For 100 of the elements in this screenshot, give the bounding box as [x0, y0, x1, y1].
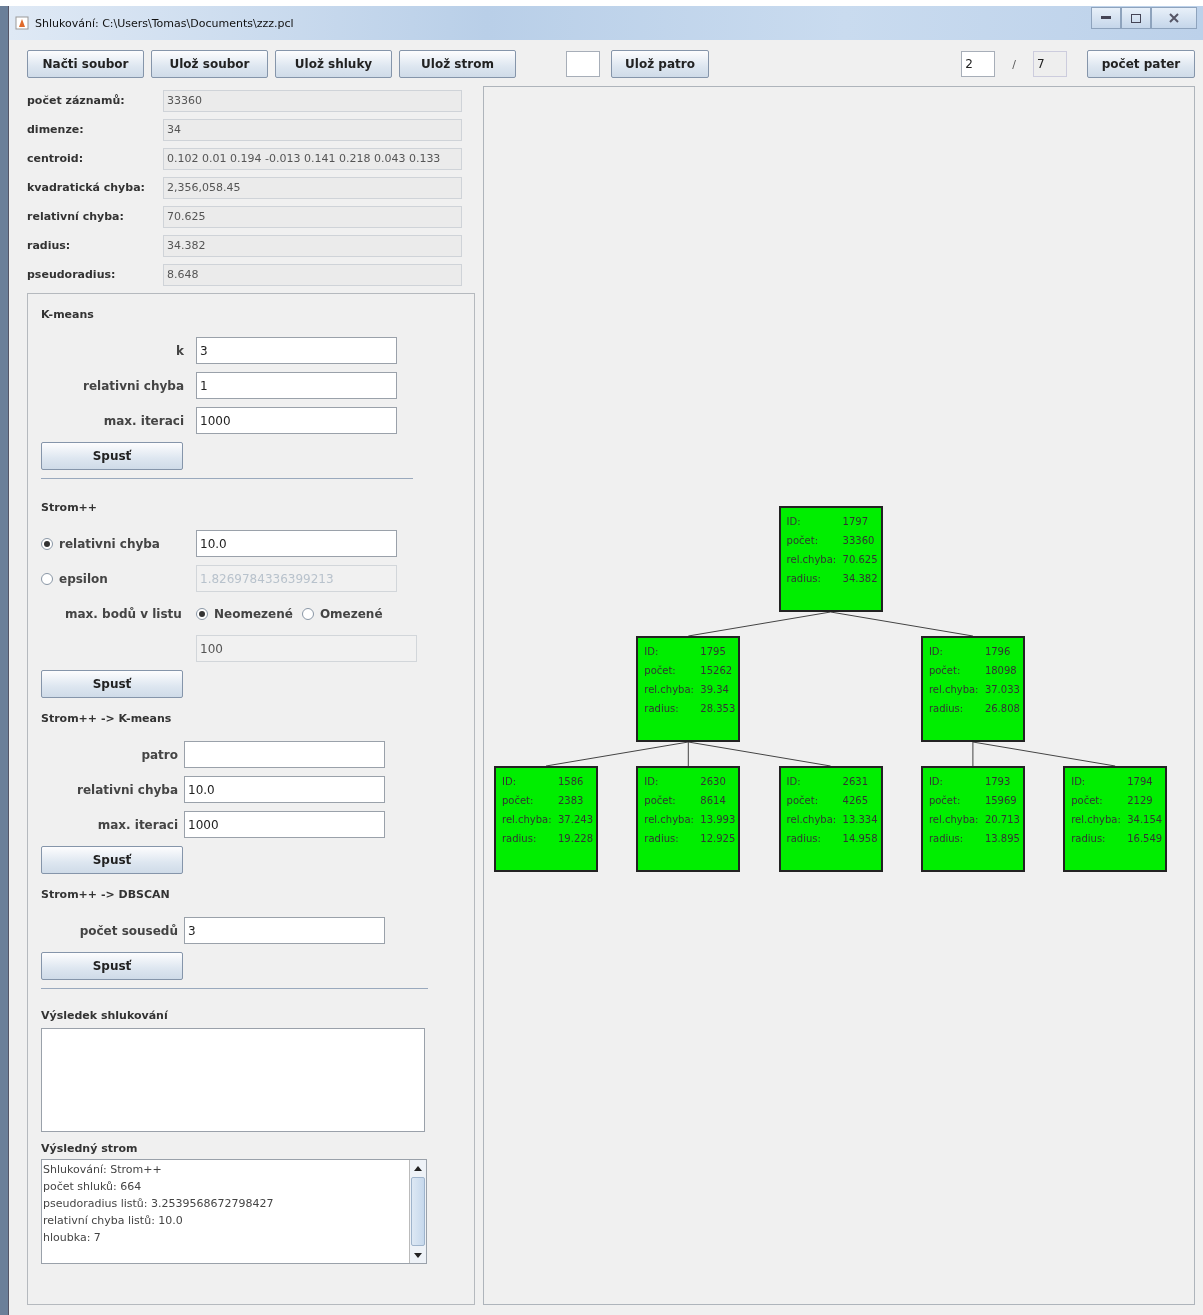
node-value: 33360	[842, 534, 875, 548]
tree-node[interactable]: ID: 1586 počet: 2383 rel.chyba: 37.243 radius: 19.228	[494, 766, 598, 872]
field-label: patro	[140, 747, 179, 762]
minimize-icon	[1101, 16, 1111, 20]
up-arrow-icon	[414, 1165, 422, 1171]
result-text-area[interactable]	[41, 1028, 425, 1132]
section-title: Výsledek shlukování	[41, 1009, 169, 1022]
node-value: 14.958	[842, 832, 878, 846]
node-label: rel.chyba:	[1071, 813, 1122, 827]
node-value: 8614	[700, 794, 726, 808]
section-title: Výsledný strom	[41, 1142, 139, 1155]
node-value: 28.353	[700, 702, 736, 716]
radio-option[interactable]: epsilon	[41, 571, 196, 586]
tree-node[interactable]: ID: 1795 počet: 15262 rel.chyba: 39.34 radius: 28.353	[636, 636, 741, 742]
node-value: 26.808	[984, 702, 1020, 716]
tree-node[interactable]: ID: 1796 počet: 18098 rel.chyba: 37.033 radius: 26.808	[920, 636, 1025, 742]
input-field[interactable]: 3	[196, 337, 397, 364]
input-field[interactable]: 3	[184, 917, 385, 944]
input-field[interactable]: 10.0	[184, 776, 385, 803]
stat-label: centroid:	[26, 152, 85, 165]
close-button[interactable]	[1151, 7, 1197, 29]
input-field[interactable]: 1	[196, 372, 397, 399]
separator-text: /	[1011, 57, 1017, 71]
node-label: ID:	[502, 775, 518, 789]
node-value: 2630	[700, 775, 726, 789]
section-title: K-means	[41, 308, 95, 321]
node-label: radius:	[928, 702, 965, 716]
run-button[interactable]: Spusť	[41, 846, 183, 874]
save-level-button[interactable]: Ulož patro	[611, 50, 709, 78]
node-value: 4265	[842, 794, 869, 808]
node-label: radius:	[502, 832, 538, 846]
field-label: počet sousedů	[78, 923, 179, 938]
input-field[interactable]	[184, 741, 385, 768]
node-value: 1586	[558, 775, 584, 789]
node-value: 37.033	[984, 683, 1020, 697]
stat-value-field: 70.625	[163, 205, 462, 228]
run-button[interactable]: Spusť	[41, 952, 183, 980]
node-value: 16.549	[1127, 832, 1163, 846]
down-arrow-icon	[414, 1252, 422, 1258]
node-value: 1796	[984, 645, 1011, 659]
node-value: 15262	[700, 664, 733, 678]
node-label: rel.chyba:	[928, 683, 980, 697]
tree-node[interactable]: ID: 2631 počet: 4265 rel.chyba: 13.334 radius: 14.958	[778, 766, 883, 872]
stat-label: pseudoradius:	[26, 268, 117, 281]
node-label: rel.chyba:	[502, 813, 553, 827]
node-label: rel.chyba:	[786, 813, 838, 827]
scrollbar[interactable]	[409, 1160, 426, 1263]
minimize-button[interactable]	[1091, 7, 1121, 29]
input-field[interactable]: 1000	[196, 407, 397, 434]
level-count-field: 7	[1033, 51, 1067, 77]
output-line: počet shluků: 664	[43, 1179, 143, 1195]
node-value: 34.154	[1127, 813, 1163, 827]
radio-option[interactable]: Omezené	[301, 606, 383, 621]
node-label: radius:	[644, 832, 680, 846]
stat-value-field: 34.382	[163, 234, 462, 257]
stat-value-field: 2,356,058.45	[163, 176, 462, 199]
level-count-button[interactable]: počet pater	[1087, 50, 1195, 78]
field-label: k	[175, 343, 185, 358]
stat-value-field: 0.102 0.01 0.194 -0.013 0.141 0.218 0.043 0.133	[163, 147, 462, 170]
node-value: 20.713	[984, 813, 1020, 827]
toolbar-button[interactable]: Načti soubor	[27, 50, 144, 78]
node-label: ID:	[644, 645, 660, 659]
section-title: Strom++ -> K-means	[41, 712, 173, 725]
node-value: 12.925	[700, 832, 736, 846]
tree-output-text-area[interactable]: Shlukování: Strom++ počet shluků: 664 pseudoradius listů: 3.2539568672798427 relativní chyba listů: 10.0 hloubka: 7	[41, 1159, 427, 1264]
field-label: relativni chyba	[82, 378, 185, 393]
output-line: pseudoradius listů: 3.2539568672798427	[43, 1196, 275, 1212]
node-value: 39.34	[700, 683, 729, 697]
stat-label: radius:	[26, 239, 72, 252]
maximize-button[interactable]	[1121, 7, 1151, 29]
level-field[interactable]	[566, 51, 600, 77]
maximize-icon	[1131, 13, 1141, 23]
node-value: 70.625	[842, 553, 878, 567]
radio-option[interactable]: Neomezené	[196, 606, 293, 621]
run-button[interactable]: Spusť	[41, 442, 183, 470]
toolbar-button[interactable]: Ulož strom	[399, 50, 516, 78]
node-label: radius:	[644, 702, 680, 716]
node-value: 1797	[842, 515, 869, 529]
run-button[interactable]: Spusť	[41, 670, 183, 698]
input-field[interactable]: 1000	[184, 811, 385, 838]
node-label: počet:	[644, 794, 677, 808]
level-index-field[interactable]: 2	[961, 51, 996, 77]
tree-node[interactable]: ID: 1794 počet: 2129 rel.chyba: 34.154 radius: 16.549	[1063, 766, 1168, 872]
node-value: 2631	[842, 775, 869, 789]
node-label: radius:	[928, 832, 965, 846]
output-line: relativní chyba listů: 10.0	[43, 1213, 184, 1229]
node-label: počet:	[928, 794, 962, 808]
window-title: Shlukování: C:\Users\Tomas\Documents\zzz.pcl	[35, 16, 294, 30]
node-value: 34.382	[842, 572, 878, 586]
toolbar-button[interactable]: Ulož shluky	[275, 50, 392, 78]
radio-option[interactable]: relativni chyba	[41, 536, 196, 551]
toolbar-button[interactable]: Ulož soubor	[151, 50, 268, 78]
tree-node[interactable]: ID: 1797 počet: 33360 rel.chyba: 70.625 radius: 34.382	[778, 506, 883, 612]
stat-value-field: 8.648	[163, 263, 462, 286]
close-icon	[1169, 13, 1179, 23]
node-label: rel.chyba:	[786, 553, 838, 567]
input-field[interactable]: 10.0	[196, 530, 397, 557]
node-label: rel.chyba:	[928, 813, 980, 827]
tree-node[interactable]: ID: 2630 počet: 8614 rel.chyba: 13.993 radius: 12.925	[636, 766, 741, 872]
tree-node[interactable]: ID: 1793 počet: 15969 rel.chyba: 20.713 radius: 13.895	[920, 766, 1025, 872]
